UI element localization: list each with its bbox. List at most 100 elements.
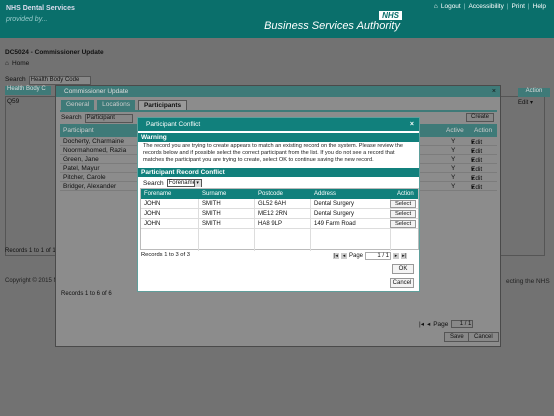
help-link[interactable]: Help bbox=[533, 3, 546, 10]
col-action: Action bbox=[474, 127, 493, 134]
ok-button[interactable]: OK bbox=[392, 264, 414, 274]
table-row: JOHN SMITH GL52 6AH Dental Surgery Selec… bbox=[141, 199, 418, 209]
edit-button[interactable]: Edit ▾ bbox=[471, 138, 482, 146]
conflict-search: Search Forename ▾ bbox=[143, 179, 202, 187]
search-select[interactable]: Forename ▾ bbox=[166, 179, 202, 187]
address-cell: Dental Surgery bbox=[314, 211, 355, 217]
active-flag: Y bbox=[451, 138, 456, 145]
col-forename[interactable]: Forename bbox=[144, 191, 171, 197]
table-row: JOHN SMITH HA8 9LP 149 Farm Road Select bbox=[141, 219, 418, 229]
active-flag: Y bbox=[451, 147, 456, 154]
home-icon[interactable]: ⌂ bbox=[434, 3, 438, 10]
tab-locations[interactable]: Locations bbox=[97, 100, 135, 110]
active-flag: Y bbox=[451, 174, 456, 181]
search-select[interactable]: Health Body Code bbox=[28, 76, 91, 85]
panel-header: Health Body C bbox=[5, 86, 51, 95]
col-address[interactable]: Address bbox=[314, 191, 336, 197]
surname-cell: SMITH bbox=[202, 221, 221, 227]
table-row: JOHN SMITH ME12 2RN Dental Surgery Selec… bbox=[141, 209, 418, 219]
surname-cell: SMITH bbox=[202, 201, 221, 207]
forename-cell: JOHN bbox=[144, 221, 161, 227]
search-label: Search bbox=[61, 114, 82, 121]
participant-name: Patel, Mayur bbox=[63, 165, 100, 172]
page-label: Page bbox=[433, 320, 449, 328]
tab-bar: General Locations Participants bbox=[61, 100, 188, 110]
surname-cell: SMITH bbox=[202, 211, 221, 217]
participant-name: Docherty, Charmaine bbox=[63, 138, 124, 145]
search-label: Search bbox=[143, 179, 164, 187]
health-body-code: Q59 bbox=[7, 98, 20, 105]
pager: |◂ ◂ Page 1 / 1 ▸ ▸| bbox=[333, 252, 408, 260]
cancel-button[interactable]: Cancel bbox=[468, 332, 499, 342]
home-link[interactable]: Home bbox=[12, 60, 29, 67]
save-button[interactable]: Save bbox=[444, 332, 470, 342]
chevron-down-icon: ▾ bbox=[193, 180, 201, 187]
search-select[interactable]: Participant bbox=[84, 114, 133, 123]
pager: |◂ ◂ Page 1 / 1 bbox=[419, 320, 474, 328]
page-input[interactable]: 1 / 1 bbox=[365, 252, 392, 260]
next-page-icon[interactable]: ▸ bbox=[393, 253, 400, 259]
dialog-title: Participant Conflict bbox=[138, 118, 419, 131]
first-page-icon[interactable]: |◂ bbox=[333, 253, 339, 259]
edit-button[interactable]: Edit ▾ bbox=[471, 147, 482, 155]
participant-name: Green, Jane bbox=[63, 156, 99, 163]
tab-general[interactable]: General bbox=[61, 100, 95, 110]
close-icon[interactable]: × bbox=[410, 118, 414, 131]
prev-page-icon[interactable]: ◂ bbox=[341, 253, 347, 259]
postcode-cell: HA8 9LP bbox=[258, 221, 283, 227]
participant-name: Bridger, Alexander bbox=[63, 183, 117, 190]
postcode-cell: GL52 6AH bbox=[258, 201, 287, 207]
edit-button[interactable]: Edit ▾ bbox=[471, 156, 482, 164]
org-name: Business Services Authority bbox=[264, 20, 400, 32]
home-icon[interactable]: ⌂ bbox=[5, 60, 9, 67]
col-surname[interactable]: Surname bbox=[202, 191, 226, 197]
participant-conflict-dialog: Participant Conflict × Warning The recor… bbox=[137, 117, 420, 292]
forename-cell: JOHN bbox=[144, 201, 161, 207]
create-button[interactable]: Create bbox=[465, 113, 494, 122]
edit-button[interactable]: Edit ▾ bbox=[471, 174, 482, 182]
edit-button[interactable]: Edit ▾ bbox=[471, 165, 482, 173]
tab-participants[interactable]: Participants bbox=[137, 100, 188, 110]
print-link[interactable]: Print bbox=[512, 3, 525, 10]
address-cell: Dental Surgery bbox=[314, 201, 355, 207]
search-label: Search bbox=[5, 76, 26, 83]
protecting-text: ecting the NHS bbox=[506, 278, 550, 285]
last-page-icon[interactable]: ▸| bbox=[401, 253, 408, 259]
cancel-button[interactable]: Cancel bbox=[390, 278, 414, 288]
brand-tagline: provided by... bbox=[6, 16, 48, 23]
participant-search: Search Participant bbox=[61, 114, 133, 123]
prev-page-icon[interactable]: ◂ bbox=[427, 320, 430, 328]
base-edit-button[interactable]: Edit ▾ bbox=[518, 99, 533, 106]
page-title: DC5024 - Commissioner Update bbox=[5, 49, 104, 56]
base-records-count: Records 1 to 1 of 1 bbox=[5, 248, 56, 254]
edit-button[interactable]: Edit ▾ bbox=[471, 183, 482, 191]
page-label: Page bbox=[349, 253, 364, 259]
records-count: Records 1 to 6 of 6 bbox=[61, 291, 112, 297]
header-links: ⌂ Logout | Accessibility | Print | Help bbox=[433, 3, 546, 10]
base-action-header: Action bbox=[518, 88, 550, 97]
first-page-icon[interactable]: |◂ bbox=[419, 320, 424, 328]
table-header: Forename Surname Postcode Address Action bbox=[141, 189, 418, 199]
brand-name: NHS Dental Services bbox=[6, 5, 75, 12]
active-flag: Y bbox=[451, 165, 456, 172]
address-cell: 149 Farm Road bbox=[314, 221, 356, 227]
accessibility-link[interactable]: Accessibility bbox=[468, 3, 503, 10]
warning-heading: Warning bbox=[138, 133, 419, 142]
page-input[interactable]: 1 / 1 bbox=[451, 320, 474, 328]
breadcrumb: ⌂ Home bbox=[5, 60, 29, 67]
col-action: Action bbox=[397, 191, 414, 197]
postcode-cell: ME12 2RN bbox=[258, 211, 288, 217]
col-participant[interactable]: Participant bbox=[63, 127, 94, 134]
participant-name: Pitcher, Carole bbox=[63, 174, 106, 181]
col-postcode[interactable]: Postcode bbox=[258, 191, 283, 197]
records-count: Records 1 to 3 of 3 bbox=[141, 252, 190, 258]
record-conflict-heading: Participant Record Conflict bbox=[138, 168, 419, 177]
close-icon[interactable]: × bbox=[492, 86, 496, 97]
select-button[interactable]: Select bbox=[390, 220, 416, 228]
logout-link[interactable]: Logout bbox=[441, 3, 461, 10]
select-button[interactable]: Select bbox=[390, 200, 416, 208]
select-button[interactable]: Select bbox=[390, 210, 416, 218]
col-active[interactable]: Active bbox=[446, 127, 464, 134]
nhs-logo: NHS bbox=[379, 11, 402, 20]
active-flag: Y bbox=[451, 156, 456, 163]
